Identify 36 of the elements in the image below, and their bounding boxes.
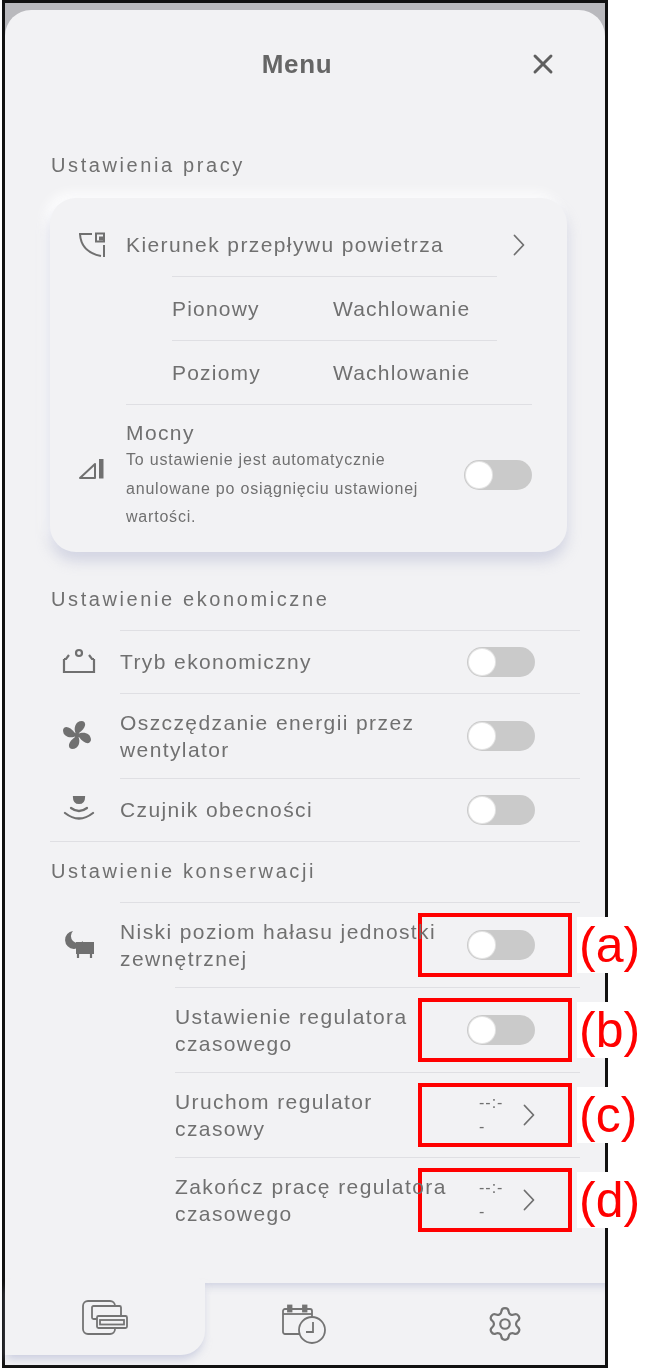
toggle-switch[interactable] xyxy=(467,720,535,751)
section-title: Ustawienie ekonomiczne xyxy=(51,586,331,611)
toggle-switch[interactable] xyxy=(467,646,535,677)
toggle-switch[interactable] xyxy=(464,460,532,491)
option-value: Wachlowanie xyxy=(333,296,471,321)
toggle-switch[interactable] xyxy=(467,929,535,960)
calendar-clock-icon xyxy=(282,1304,328,1344)
option-label: Poziomy xyxy=(172,360,262,385)
option-label: Pionowy xyxy=(172,296,261,321)
setting-label: Ustawienie regulatora czasowego xyxy=(175,1003,409,1057)
triangle-bar-icon xyxy=(78,456,106,479)
time-value: --:-- xyxy=(479,1092,505,1137)
tray-dot-icon xyxy=(62,648,96,674)
setting-label: Oszczędzanie energii przez wentylator xyxy=(120,709,416,763)
air-conditioner-icon xyxy=(82,1299,128,1336)
toggle-switch[interactable] xyxy=(467,794,535,825)
toggle-switch[interactable] xyxy=(467,1014,535,1045)
presence-sensor-icon xyxy=(62,795,96,823)
setting-label: Uruchom regulator czasowy xyxy=(175,1088,374,1142)
menu-title: Menu xyxy=(261,48,333,80)
moon-outdoor-unit-icon xyxy=(62,929,96,959)
time-value: --:-- xyxy=(479,1177,505,1222)
setting-label: Kierunek przepływu powietrza xyxy=(126,232,446,258)
setting-description: To ustawienie jest automatycznie anulowane po osiągnięciu ustawionej wartości. xyxy=(126,450,420,527)
nav-tab[interactable] xyxy=(5,1280,205,1355)
fan-icon xyxy=(62,720,92,750)
chevron-right-icon[interactable] xyxy=(513,233,525,256)
chevron-right-icon[interactable] xyxy=(523,1188,535,1211)
airflow-icon xyxy=(78,231,106,258)
chevron-right-icon[interactable] xyxy=(523,1103,535,1126)
setting-label: Czujnik obecności xyxy=(120,797,315,823)
option-value: Wachlowanie xyxy=(333,360,471,385)
setting-label: Mocny xyxy=(126,420,196,446)
setting-label: Tryb ekonomiczny xyxy=(120,649,313,675)
section-title: Ustawienia pracy xyxy=(51,153,246,177)
section-title: Ustawienie konserwacji xyxy=(51,858,318,883)
